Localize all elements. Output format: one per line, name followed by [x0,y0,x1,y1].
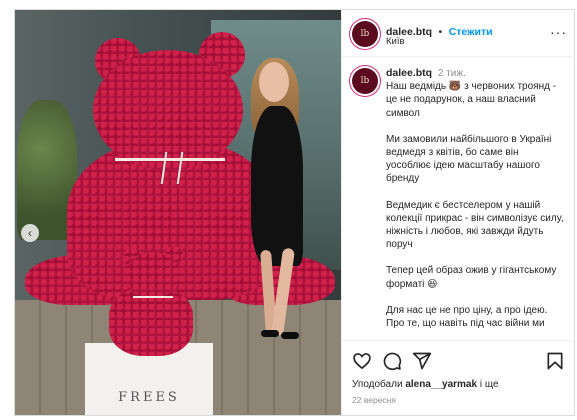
likes-suffix[interactable]: і ще [480,379,499,390]
avatar-logo: lb [360,76,370,86]
instagram-post: FREES ‹ lb dalee.btq • Стежити Київ ··· … [14,9,575,416]
small-bear-ribbon [133,296,173,298]
caption: lb dalee.btq 2 тиж. Наш ведмідь 🐻 з черв… [342,56,575,338]
caption-paragraph: Наш ведмідь 🐻 з червоних троянд - це не … [386,81,557,119]
woman-face [259,62,289,102]
caption-paragraph: Для нас це не про ціну, а про ідею. Про … [386,304,548,330]
likes-prefix: Уподобали [352,379,403,390]
separator-dot: • [438,26,443,38]
post-time[interactable]: 2 тиж. [438,68,466,79]
small-rose-bear-head [125,252,179,298]
avatar[interactable]: lb [352,21,378,47]
more-options-icon[interactable]: ··· [550,24,567,40]
previous-photo-button[interactable]: ‹ [21,224,39,242]
small-rose-bear-body [109,288,193,356]
follow-button[interactable]: Стежити [449,26,493,38]
caption-avatar[interactable]: lb [352,68,378,94]
avatar-logo: lb [360,29,370,39]
woman-shoe [261,330,279,337]
likes-summary: Уподобали alena__yarmak і ще [352,379,499,390]
chevron-left-icon: ‹ [28,226,32,240]
location-link[interactable]: Київ [386,36,405,47]
post-header: lb dalee.btq • Стежити Київ ··· [342,10,575,57]
caption-text: dalee.btq 2 тиж. Наш ведмідь 🐻 з червони… [386,67,564,338]
share-icon[interactable] [412,351,432,371]
post-sidebar: lb dalee.btq • Стежити Київ ··· lb dalee… [341,10,575,415]
caption-username[interactable]: dalee.btq [386,67,432,79]
comment-icon[interactable] [382,351,402,371]
likes-user-link[interactable]: alena__yarmak [405,379,477,390]
pedestal-text: FREES [118,390,180,405]
bookmark-icon[interactable] [545,351,565,371]
woman-black-dress [251,106,303,266]
woman-shoe [281,332,299,339]
post-actions: Уподобали alena__yarmak і ще 22 вересня [342,340,575,416]
caption-paragraph: Ми замовили найбільшого в Україні ведмед… [386,133,552,185]
caption-paragraph: Тепер цей образ ожив у гігантському форм… [386,265,557,290]
heart-icon[interactable] [352,351,372,371]
caption-paragraph: Ведмедик є бестселером у нашій колекції … [386,199,564,251]
post-photo[interactable]: FREES ‹ [15,10,341,415]
post-date[interactable]: 22 вересня [352,395,396,405]
